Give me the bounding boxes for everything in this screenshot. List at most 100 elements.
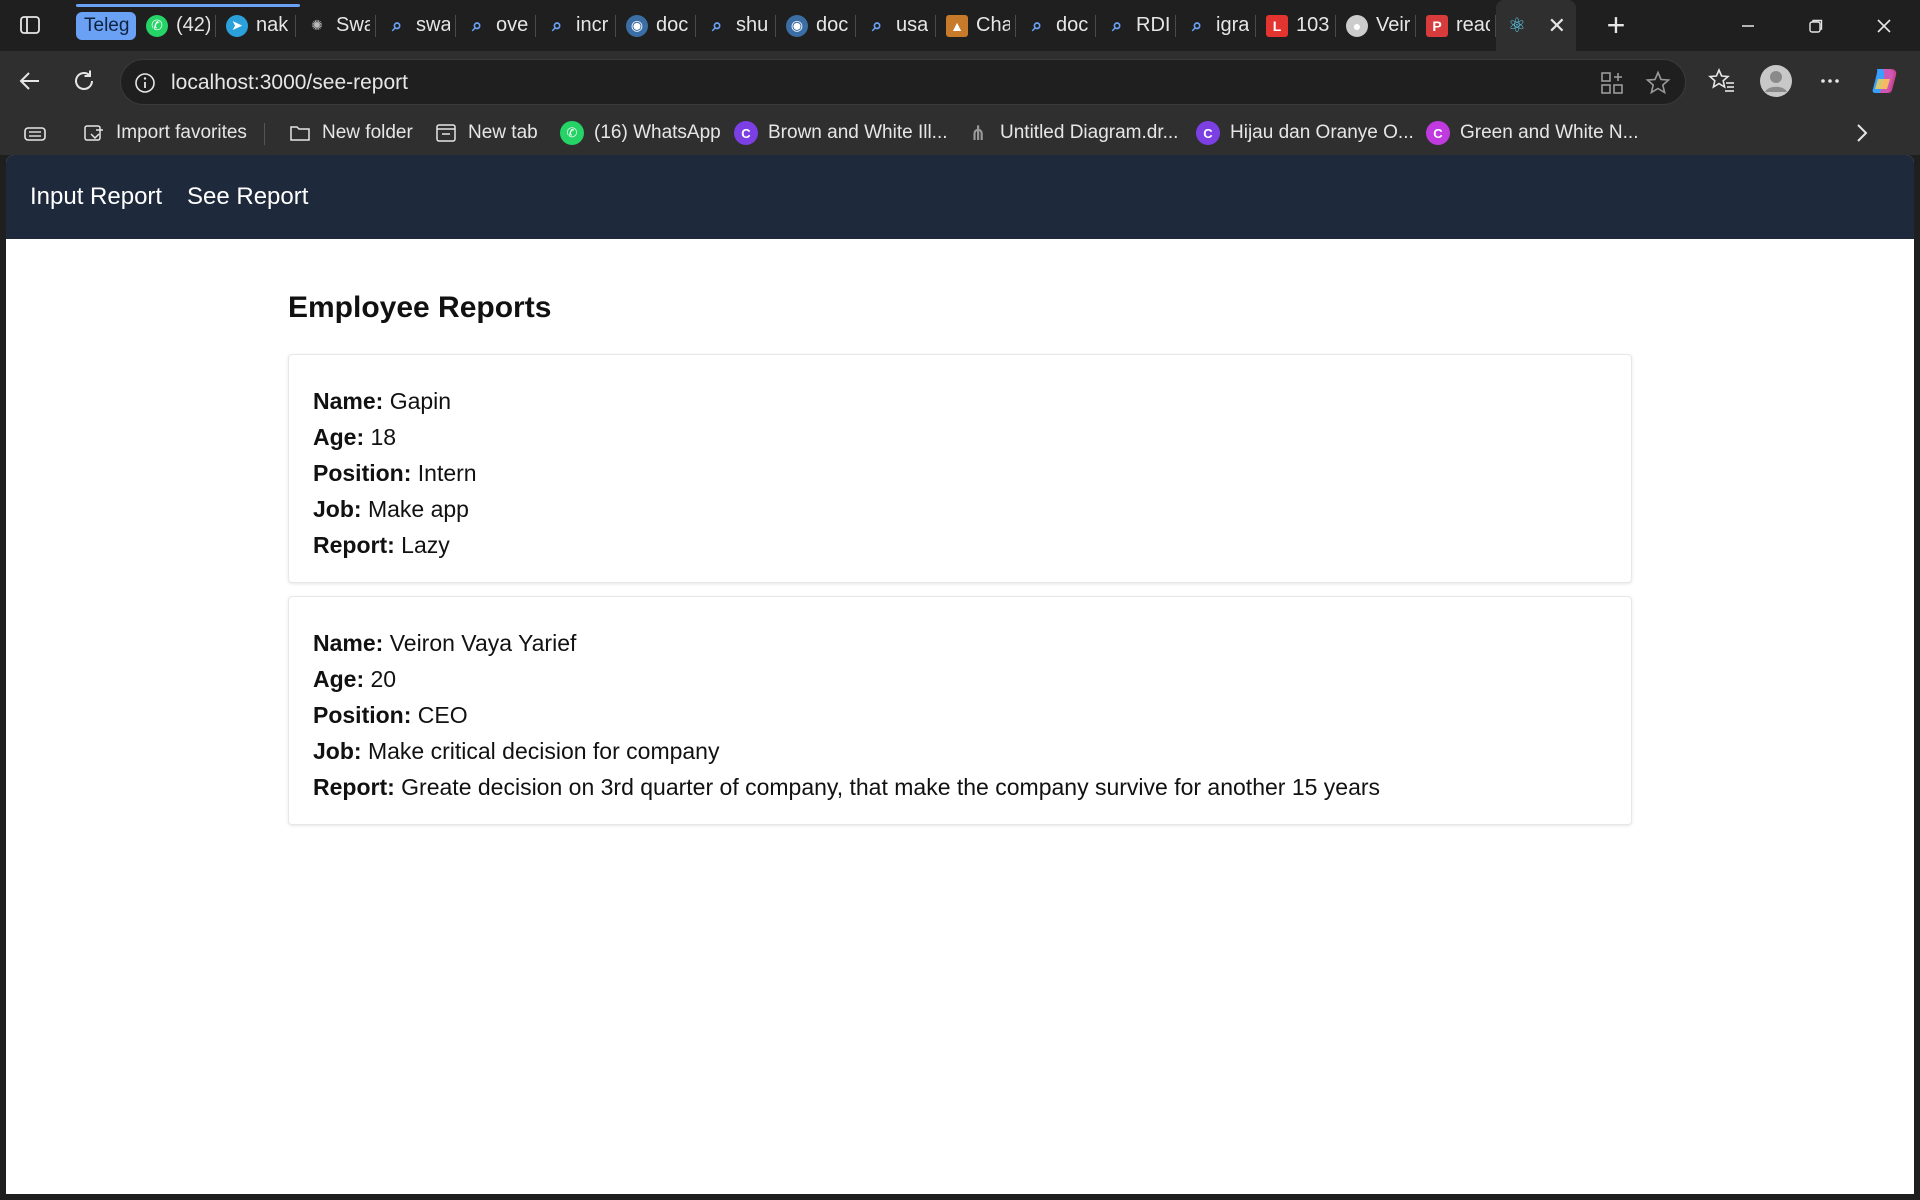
tab-active[interactable]: ⚛ ✕ — [1496, 0, 1576, 51]
openai-icon: ✺ — [311, 17, 323, 33]
tab-title: incr — [576, 14, 609, 36]
job-value: Make app — [367, 496, 469, 522]
nav-link-see-report[interactable]: See Report — [187, 183, 308, 211]
tab-actions-button[interactable] — [14, 11, 46, 39]
age-label: Age: — [313, 666, 365, 692]
folder-icon — [288, 121, 312, 145]
tab-title: Cha — [976, 14, 1010, 36]
bookmark-item[interactable]: ✆ (16) WhatsApp — [560, 119, 721, 147]
close-tab-icon[interactable]: ✕ — [1548, 13, 1566, 39]
bookmark-label: Untitled Diagram.dr... — [1000, 122, 1179, 143]
browser-tab-strip: Teleg ✆ (42) ➤ nak ✺ Swa ⌕ swa ⌕ ove ⌕ incr ◉ doc ⌕ shu ◉… — [0, 0, 1920, 51]
search-icon: ⌕ — [471, 15, 483, 35]
tab-title: igra — [1216, 14, 1250, 36]
import-icon — [82, 121, 106, 145]
tab-title: shu — [736, 14, 769, 36]
bookmark-item[interactable]: ⋔ Untitled Diagram.dr... — [966, 119, 1179, 147]
tab[interactable]: Preac — [1416, 0, 1496, 51]
address-bar[interactable]: localhost:3000/see-report — [120, 59, 1686, 105]
tab[interactable]: ➤ nak — [216, 0, 296, 51]
name-label: Name: — [313, 630, 384, 656]
bookmarks-hub-button[interactable] — [22, 119, 48, 147]
site-info-icon[interactable] — [133, 71, 157, 100]
back-button[interactable] — [12, 63, 48, 99]
bookmark-label: New tab — [468, 122, 538, 143]
restore-button[interactable] — [1782, 0, 1850, 51]
close-icon — [1877, 18, 1891, 33]
docker-icon: ◉ — [626, 14, 648, 37]
star-icon[interactable] — [1645, 70, 1671, 101]
tab[interactable]: ⌕ usa — [856, 0, 936, 51]
bookmark-item[interactable]: New tab — [434, 119, 538, 147]
bookmark-label: Brown and White Ill... — [768, 122, 948, 143]
bookmarks-divider — [264, 123, 265, 145]
bookmark-item[interactable]: Import favorites — [82, 119, 247, 147]
bookmark-item[interactable]: C Hijau dan Oranye O... — [1196, 119, 1414, 147]
bookmark-label: New folder — [322, 122, 413, 143]
pdf-icon: P — [1426, 14, 1448, 37]
tab-title: doc — [656, 14, 689, 36]
reload-button[interactable] — [66, 63, 102, 99]
tab[interactable]: ▲ Cha — [936, 0, 1016, 51]
favorites-button[interactable] — [1704, 63, 1740, 99]
tab-title: ove — [496, 14, 529, 36]
address-url[interactable]: localhost:3000/see-report — [171, 71, 408, 95]
chevron-right-icon — [1857, 124, 1868, 142]
bookmark-item[interactable]: New folder — [288, 119, 413, 147]
tab-title: swa — [416, 14, 450, 36]
age-value: 18 — [370, 424, 397, 450]
more-bookmarks-button[interactable] — [1852, 121, 1872, 150]
report-name-row: Name: Veiron Vaya Yarief — [313, 625, 1607, 661]
tab[interactable]: ⌕ shu — [696, 0, 776, 51]
search-icon: ⌕ — [551, 15, 563, 35]
tab[interactable]: ● Veir — [1336, 0, 1416, 51]
window-bottom-edge — [0, 1194, 1920, 1200]
tab-actions-icon — [20, 16, 40, 34]
tab-title: usa — [896, 14, 929, 36]
profile-button[interactable] — [1758, 63, 1794, 99]
bookmark-item[interactable]: C Brown and White Ill... — [734, 119, 948, 147]
tab[interactable]: ⌕ doc — [1016, 0, 1096, 51]
whatsapp-icon: ✆ — [146, 14, 168, 37]
tab[interactable]: ✺ Swa — [296, 0, 376, 51]
report-position-row: Position: Intern — [313, 455, 1607, 491]
tab[interactable]: ⌕ ove — [456, 0, 536, 51]
bookmark-item[interactable]: C Green and White N... — [1426, 119, 1638, 147]
search-icon: ⌕ — [871, 15, 883, 35]
minimize-button[interactable] — [1714, 0, 1782, 51]
job-label: Job: — [313, 738, 362, 764]
position-value: CEO — [417, 702, 468, 728]
favorites-icon — [1708, 67, 1734, 92]
plus-icon: + — [1606, 6, 1626, 43]
report-position-row: Position: CEO — [313, 697, 1607, 733]
report-label: Report: — [313, 774, 395, 800]
tab[interactable]: ⌕ swa — [376, 0, 456, 51]
tab[interactable]: ⌕ RDI — [1096, 0, 1176, 51]
job-label: Job: — [313, 496, 362, 522]
name-label: Name: — [313, 388, 384, 414]
browser-toolbar: localhost:3000/see-report — [0, 51, 1920, 111]
name-value: Gapin — [389, 388, 452, 414]
tab[interactable]: ◉ doc — [776, 0, 856, 51]
copilot-button[interactable] — [1866, 63, 1902, 99]
new-tab-button[interactable]: + — [1594, 6, 1638, 43]
tab[interactable]: Teleg — [74, 0, 136, 51]
bookmark-label: Import favorites — [116, 122, 247, 143]
tab[interactable]: ✆ (42) — [136, 0, 216, 51]
close-window-button[interactable] — [1850, 0, 1918, 51]
report-value: Greate decision on 3rd quarter of compan… — [401, 774, 1381, 800]
tab-title: nak — [256, 14, 289, 36]
position-label: Position: — [313, 702, 412, 728]
report-card: Name: Veiron Vaya Yarief Age: 20 Positio… — [288, 596, 1632, 825]
tab[interactable]: ◉ doc — [616, 0, 696, 51]
whatsapp-icon: ✆ — [560, 121, 584, 145]
tab[interactable]: ⌕ incr — [536, 0, 616, 51]
nav-link-input-report[interactable]: Input Report — [30, 183, 162, 211]
tab[interactable]: L 103 — [1256, 0, 1336, 51]
name-value: Veiron Vaya Yarief — [389, 630, 577, 656]
app-available-icon[interactable] — [1599, 70, 1625, 101]
tab[interactable]: ⌕ igra — [1176, 0, 1256, 51]
more-options-button[interactable] — [1812, 63, 1848, 99]
bookmarks-bar: Import favorites New folder New tab ✆ (16) W… — [0, 111, 1920, 155]
page-viewport: Input Report See Report Employee Reports… — [6, 155, 1914, 1194]
